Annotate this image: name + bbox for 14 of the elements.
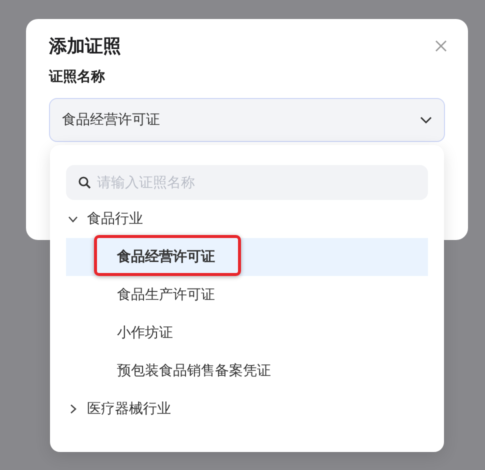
close-icon [434, 39, 448, 53]
tree-item[interactable]: 食品生产许可证 [66, 276, 428, 314]
field-label: 证照名称 [49, 68, 106, 87]
group-label[interactable]: 医疗器械行业 [87, 398, 171, 420]
dialog-title: 添加证照 [49, 35, 121, 59]
tree-item[interactable]: 食品经营许可证 [66, 238, 428, 276]
group-label[interactable]: 食品行业 [87, 208, 143, 230]
tree-item[interactable]: 小作坊证 [66, 314, 428, 352]
tree-item[interactable]: 预包装食品销售备案凭证 [66, 352, 428, 390]
chevron-down-icon [420, 116, 432, 124]
search-icon [78, 176, 91, 189]
select-field[interactable]: 食品经营许可证 [49, 98, 445, 142]
search-field[interactable]: 请输入证照名称 [66, 165, 428, 200]
close-button[interactable] [434, 39, 448, 53]
